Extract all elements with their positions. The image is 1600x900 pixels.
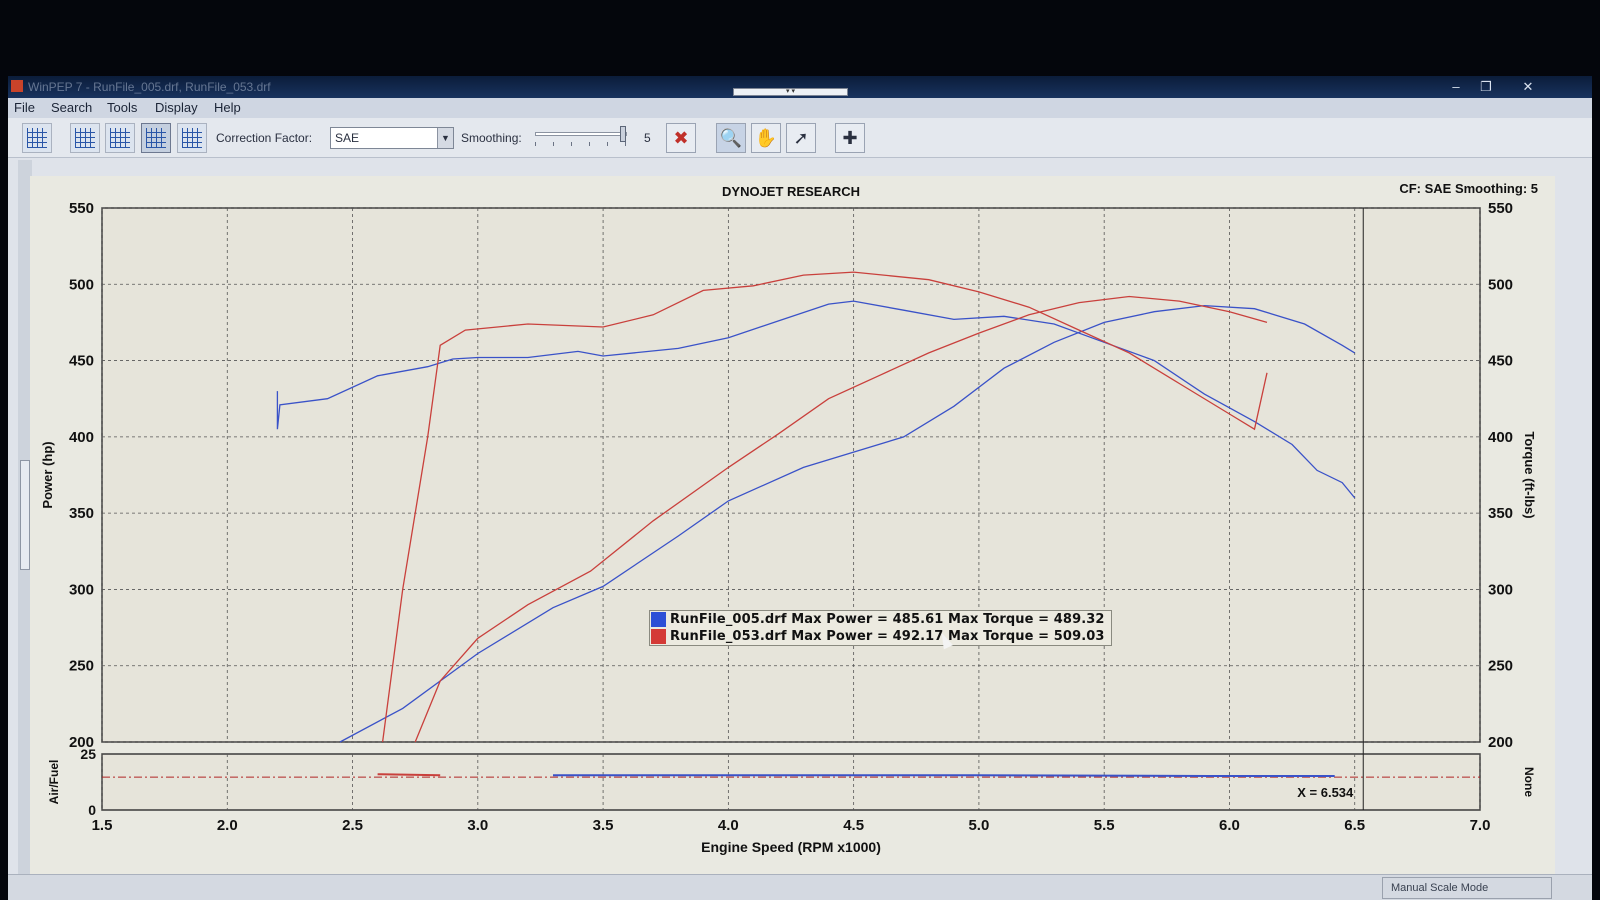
side-scroll-thumb[interactable]: [20, 460, 30, 570]
y2-tick-label: 300: [1488, 581, 1513, 598]
chart-legend[interactable]: RunFile_005.drf Max Power = 485.61 Max T…: [649, 610, 1112, 646]
correction-factor-label: Correction Factor:: [216, 131, 313, 145]
plot-area: [101, 207, 1481, 743]
smoothing-slider-track[interactable]: [535, 132, 627, 136]
afr-tick-label: 0: [88, 802, 96, 818]
menu-bar: File Search Tools Display Help: [8, 98, 1592, 118]
smoothing-value: 5: [644, 131, 651, 145]
x-tick-label: 4.0: [718, 817, 739, 834]
x-tick-label: 3.5: [593, 817, 614, 834]
y-tick-label: 400: [69, 429, 94, 446]
x-tick-label: 5.0: [968, 817, 989, 834]
y-axis-label: Power (hp): [40, 441, 55, 508]
graph-torque-button[interactable]: [105, 123, 135, 153]
graph-icon: [75, 128, 95, 148]
afr-axis-label: Air/Fuel: [47, 760, 61, 805]
hand-icon: ✋: [754, 128, 778, 148]
x-tick-label: 3.0: [467, 817, 488, 834]
minimize-button[interactable]: –: [1444, 78, 1468, 96]
menu-search[interactable]: Search: [51, 100, 92, 115]
series-line: [377, 773, 441, 777]
chevron-down-icon[interactable]: ▼: [437, 128, 453, 148]
menu-display[interactable]: Display: [155, 100, 198, 115]
chart-svg: 1.5 2.0 2.5 3.0 3.5 4.0 4.5 5.0 5.5 6.0 6.5 7.0 200 2…: [40, 181, 1538, 855]
legend-label: RunFile_053.drf Max Power = 492.17 Max T…: [670, 629, 1105, 644]
x-tick-label: 2.0: [217, 817, 238, 834]
legend-swatch: [651, 629, 666, 644]
y-tick-label: 300: [69, 581, 94, 598]
legend-item[interactable]: RunFile_053.drf Max Power = 492.17 Max T…: [650, 628, 1111, 645]
x-cursor-readout: X = 6.534: [1297, 785, 1354, 800]
x-axis-label: Engine Speed (RPM x1000): [701, 839, 881, 855]
y2-tick-label: 500: [1488, 276, 1513, 293]
clear-runs-button[interactable]: ✖: [666, 123, 696, 153]
x-tick-label: 6.0: [1219, 817, 1240, 834]
graph-icon: [110, 128, 130, 148]
y2-tick-label: 350: [1488, 505, 1513, 522]
status-scale-mode: Manual Scale Mode: [1382, 877, 1552, 899]
menu-help[interactable]: Help: [214, 100, 241, 115]
chart-title: DYNOJET RESEARCH: [722, 184, 860, 199]
y2-tick-label: 550: [1488, 200, 1513, 217]
graph-afr-button[interactable]: [177, 123, 207, 153]
x-tick-label: 1.5: [92, 817, 113, 834]
window-title: WinPEP 7 - RunFile_005.drf, RunFile_053.…: [28, 80, 271, 94]
graph-both-button[interactable]: [141, 123, 171, 153]
y2-tick-label: 250: [1488, 658, 1513, 675]
x-tick-label: 6.5: [1344, 817, 1365, 834]
smoothing-slider-thumb[interactable]: [620, 126, 626, 142]
toolbar: Correction Factor: SAE ▼ Smoothing: 5 ✖ …: [8, 118, 1592, 158]
graph-icon: [182, 128, 202, 148]
afr-tick-label: 25: [80, 746, 96, 762]
y2-tick-label: 400: [1488, 429, 1513, 446]
menu-tools[interactable]: Tools: [107, 100, 137, 115]
y2-axis-label: Torque (ft-lbs): [1522, 431, 1537, 518]
pan-button[interactable]: ✋: [751, 123, 781, 153]
graph-icon: [146, 128, 166, 148]
x-tick-label: 7.0: [1470, 817, 1491, 834]
grid-icon: [27, 128, 47, 148]
series-line: [553, 774, 1335, 777]
y-tick-label: 250: [69, 658, 94, 675]
y-tick-label: 450: [69, 353, 94, 370]
y2-tick-label: 200: [1488, 734, 1513, 751]
pointer-icon: ➚: [793, 128, 809, 148]
cursor-tool-button[interactable]: ✚: [835, 123, 865, 153]
y2-tick-label: 450: [1488, 353, 1513, 370]
x-tick-label: 2.5: [342, 817, 363, 834]
correction-factor-value: SAE: [335, 131, 360, 145]
dyno-chart: 1.5 2.0 2.5 3.0 3.5 4.0 4.5 5.0 5.5 6.0 6.5 7.0 200 2…: [30, 176, 1555, 876]
maximize-button[interactable]: ❐: [1474, 78, 1498, 96]
zoom-button[interactable]: 🔍: [716, 123, 746, 153]
y-tick-label: 350: [69, 505, 94, 522]
legend-swatch: [651, 612, 666, 627]
grid-view-button[interactable]: [22, 123, 52, 153]
correction-factor-select[interactable]: SAE ▼: [330, 127, 454, 149]
cross-icon: ✖: [673, 128, 689, 148]
app-icon: [11, 80, 23, 92]
menu-file[interactable]: File: [14, 100, 35, 115]
crosshair-icon: ✚: [842, 128, 858, 148]
status-bar: Manual Scale Mode: [8, 874, 1592, 900]
select-button[interactable]: ➚: [786, 123, 816, 153]
legend-label: RunFile_005.drf Max Power = 485.61 Max T…: [670, 612, 1105, 627]
chart-cf-info: CF: SAE Smoothing: 5: [1399, 181, 1538, 196]
smoothing-label: Smoothing:: [461, 131, 522, 145]
legend-item[interactable]: RunFile_005.drf Max Power = 485.61 Max T…: [650, 611, 1111, 628]
collapse-handle[interactable]: ▾ ▾: [733, 88, 848, 96]
graph-power-button[interactable]: [70, 123, 100, 153]
afr-plot-area: [101, 753, 1481, 811]
afr-y2-axis-label: None: [1522, 767, 1536, 797]
y-tick-label: 500: [69, 276, 94, 293]
x-tick-label: 5.5: [1094, 817, 1115, 834]
x-tick-label: 4.5: [843, 817, 864, 834]
smoothing-slider-ticks: [535, 142, 627, 146]
y-tick-label: 550: [69, 200, 94, 217]
magnifier-icon: 🔍: [719, 128, 743, 148]
close-button[interactable]: ✕: [1516, 78, 1540, 96]
